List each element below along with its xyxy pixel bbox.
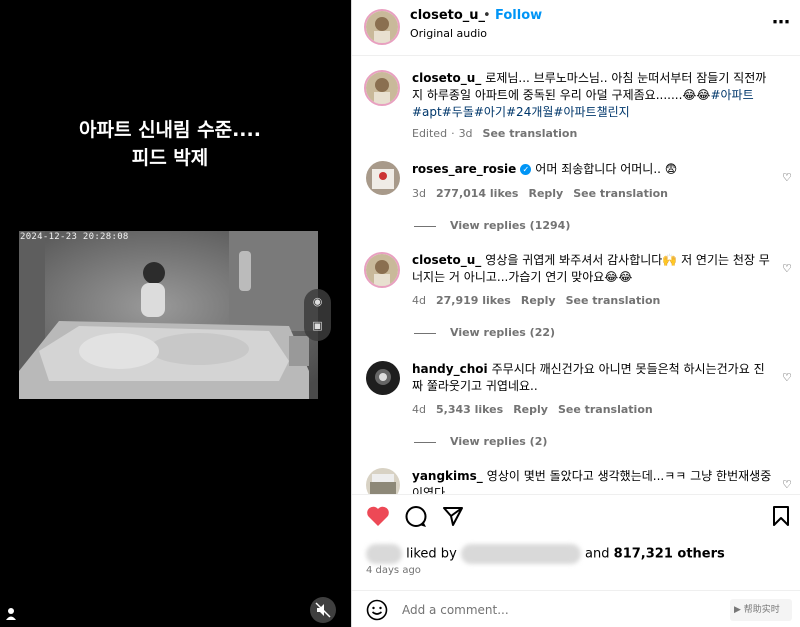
author-username[interactable]: closeto_u_ bbox=[410, 8, 485, 23]
comment-like-heart-icon[interactable]: ♡ bbox=[782, 171, 792, 184]
record-icon[interactable]: ▣ bbox=[304, 319, 331, 332]
speaker-muted-icon bbox=[315, 602, 331, 618]
comment-username[interactable]: roses_are_rosie bbox=[412, 162, 516, 176]
liked-and-label: and bbox=[585, 546, 610, 562]
comment-likes[interactable]: 277,014 likes bbox=[436, 187, 519, 200]
comment-age: 3d bbox=[412, 187, 426, 200]
comment-like-heart-icon[interactable]: ♡ bbox=[782, 371, 792, 384]
add-comment-bar: Add a comment... ▶ 帮助实时 bbox=[352, 590, 800, 627]
view-replies-button[interactable]: View replies (22) bbox=[414, 326, 555, 339]
video-player[interactable]: 아파트 신내림 수준.... 피드 박제 2024-12-23 20:28:08 bbox=[0, 0, 351, 627]
comment-meta: 3d 277,014 likes Reply See translation bbox=[412, 187, 678, 200]
likes-summary[interactable]: liked by and 817,321 others bbox=[366, 544, 725, 564]
comment-username[interactable]: yangkims_ bbox=[412, 469, 483, 483]
see-translation-button[interactable]: See translation bbox=[558, 403, 653, 416]
comment-input[interactable]: Add a comment... bbox=[402, 603, 509, 617]
caption-avatar[interactable] bbox=[364, 70, 400, 106]
caption-text: closeto_u_ 로제님... 브루노마스님.. 아침 눈떠서부터 잠들기 직… bbox=[412, 70, 772, 121]
comment-button[interactable] bbox=[404, 505, 428, 533]
tagged-user-icon[interactable] bbox=[5, 606, 17, 625]
others-count[interactable]: 817,321 others bbox=[614, 547, 725, 562]
video-frame bbox=[19, 231, 318, 399]
comment-likes[interactable]: 27,919 likes bbox=[436, 294, 511, 307]
author-avatar[interactable] bbox=[364, 9, 400, 45]
liked-by-label: liked by bbox=[406, 546, 457, 562]
share-button[interactable] bbox=[442, 505, 464, 531]
commenter-avatar[interactable] bbox=[366, 361, 400, 395]
comment-text: yangkims_ 영상이 몇번 돌았다고 생각했는데...ㅋㅋ 그냥 한번재생중… bbox=[412, 468, 772, 494]
bookmark-icon bbox=[773, 506, 789, 526]
video-side-controls: ◉ ▣ bbox=[304, 289, 331, 341]
camera-icon[interactable]: ◉ bbox=[304, 295, 331, 308]
commenter-avatar[interactable] bbox=[366, 468, 400, 494]
view-replies-button[interactable]: View replies (1294) bbox=[414, 219, 570, 232]
comment-age: 4d bbox=[412, 403, 426, 416]
smiley-icon bbox=[366, 599, 388, 621]
comments-list[interactable]: closeto_u_ 로제님... 브루노마스님.. 아침 눈떠서부터 잠들기 직… bbox=[352, 57, 800, 494]
more-options-icon[interactable]: ⋯ bbox=[772, 12, 791, 33]
view-replies-button[interactable]: View replies (2) bbox=[414, 435, 547, 448]
blurred-liker-avatar bbox=[366, 544, 402, 564]
edited-label: Edited bbox=[412, 127, 448, 140]
emoji-picker-button[interactable] bbox=[366, 599, 388, 625]
header-separator: • bbox=[483, 8, 491, 23]
comment-bubble-icon bbox=[405, 506, 427, 527]
replies-line bbox=[414, 332, 436, 334]
comment-like-heart-icon[interactable]: ♡ bbox=[782, 478, 792, 491]
video-caption-line2: 피드 박제 bbox=[131, 147, 209, 169]
comment-text: handy_choi 주무시다 깨신건가요 아니면 못들은척 하시는건가요 진짜 … bbox=[412, 361, 772, 395]
comment-text: roses_are_rosie ✓ 어머 죄송합니다 어머니.. 😨 bbox=[412, 161, 772, 178]
comment-meta: 4d 5,343 likes Reply See translation bbox=[412, 403, 663, 416]
reply-button[interactable]: Reply bbox=[521, 294, 556, 307]
cctv-timestamp: 2024-12-23 20:28:08 bbox=[20, 232, 129, 242]
see-translation-button[interactable]: See translation bbox=[566, 294, 661, 307]
send-paper-plane-icon bbox=[443, 507, 463, 526]
replies-line bbox=[414, 225, 436, 227]
video-caption: 아파트 신내림 수준.... 피드 박제 bbox=[0, 116, 340, 172]
follow-button[interactable]: Follow bbox=[495, 8, 542, 23]
view-replies-label: View replies (1294) bbox=[450, 219, 571, 232]
commenter-avatar[interactable] bbox=[366, 161, 400, 195]
comment-body: 어머 죄송합니다 어머니.. 😨 bbox=[535, 162, 678, 176]
view-replies-label: View replies (2) bbox=[450, 435, 548, 448]
nursery-scene-image bbox=[19, 231, 318, 399]
comment-likes[interactable]: 5,343 likes bbox=[436, 403, 503, 416]
video-caption-line1: 아파트 신내림 수준.... bbox=[79, 119, 261, 141]
view-replies-label: View replies (22) bbox=[450, 326, 556, 339]
comment-text: closeto_u_ 영상을 귀엽게 봐주셔서 감사합니다🙌 저 연기는 천장 무… bbox=[412, 252, 772, 286]
caption-username[interactable]: closeto_u_ bbox=[412, 71, 481, 85]
reply-button[interactable]: Reply bbox=[528, 187, 563, 200]
reply-button[interactable]: Reply bbox=[513, 403, 548, 416]
post-footer: liked by and 817,321 others 4 days ago A… bbox=[352, 494, 800, 627]
mute-button[interactable] bbox=[310, 597, 336, 623]
comment-username[interactable]: handy_choi bbox=[412, 362, 488, 376]
heart-filled-icon bbox=[367, 506, 389, 526]
caption-age: 3d bbox=[458, 127, 473, 140]
replies-line bbox=[414, 441, 436, 443]
comment-meta: 4d 27,919 likes Reply See translation bbox=[412, 294, 670, 307]
comment-username[interactable]: closeto_u_ bbox=[412, 253, 481, 267]
watermark-logo: ▶ 帮助实时 bbox=[730, 599, 792, 621]
post-time-ago: 4 days ago bbox=[366, 565, 421, 576]
caption-see-translation[interactable]: See translation bbox=[483, 127, 578, 140]
commenter-avatar[interactable] bbox=[364, 252, 400, 288]
post-header: closeto_u_ • Follow Original audio ⋯ bbox=[352, 0, 800, 56]
blurred-liker-name bbox=[460, 544, 581, 564]
audio-link[interactable]: Original audio bbox=[410, 27, 487, 40]
verified-badge-icon: ✓ bbox=[520, 164, 532, 175]
like-button[interactable] bbox=[366, 505, 390, 531]
caption-meta: Edited · 3d See translation bbox=[412, 127, 587, 140]
edited-sep: · bbox=[451, 127, 455, 140]
see-translation-button[interactable]: See translation bbox=[573, 187, 668, 200]
comment-like-heart-icon[interactable]: ♡ bbox=[782, 262, 792, 275]
save-button[interactable] bbox=[772, 505, 790, 531]
comment-age: 4d bbox=[412, 294, 426, 307]
